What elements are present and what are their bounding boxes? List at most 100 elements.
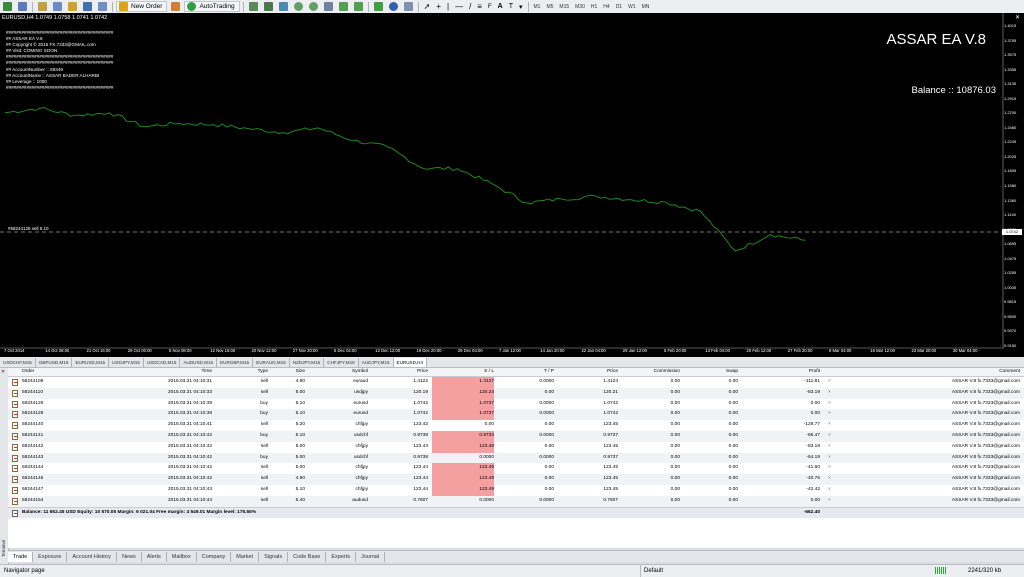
table-row[interactable]: 58244128 2015.03.31 04:10:38 buy 5.10 eurusd… xyxy=(8,409,1024,421)
cell-tp[interactable]: 0.0000 xyxy=(496,377,554,388)
label-tool[interactable]: T xyxy=(507,1,515,12)
close-order-icon[interactable]: × xyxy=(828,420,831,431)
cell-sl[interactable]: 1.0737 xyxy=(432,409,494,421)
close-order-icon[interactable]: × xyxy=(828,388,831,399)
column-header[interactable]: Price xyxy=(378,368,428,376)
autotrading-button[interactable]: AutoTrading xyxy=(184,1,240,12)
candlestick-button[interactable] xyxy=(262,1,275,12)
status-profile[interactable]: Default xyxy=(640,565,663,577)
cell-tp[interactable]: 0.00 xyxy=(496,388,554,399)
timeframe-m5[interactable]: M5 xyxy=(543,4,556,10)
timeframe-d1[interactable]: D1 xyxy=(613,4,625,10)
chart-tab[interactable]: EURAUD,M15 xyxy=(253,357,290,367)
table-row[interactable]: 58244144 2015.03.31 04:10:42 sell 5.00 chfjp… xyxy=(8,463,1024,475)
chart-tab[interactable]: NZDJPY,M15 xyxy=(290,357,325,367)
terminal-tab-mailbox[interactable]: Mailbox xyxy=(167,551,197,562)
chart-shift-button[interactable] xyxy=(337,1,350,12)
timeframe-m15[interactable]: M15 xyxy=(556,4,572,10)
metaeditor-button[interactable] xyxy=(169,1,182,12)
close-order-icon[interactable]: × xyxy=(828,474,831,485)
cell-tp[interactable]: 0.0000 xyxy=(496,399,554,410)
terminal-tab-exposure[interactable]: Exposure xyxy=(33,551,68,562)
channel-tool[interactable]: ≡ xyxy=(475,1,484,12)
cell-tp[interactable]: 0.00 xyxy=(496,463,554,474)
terminal-tab-experts[interactable]: Experts xyxy=(326,551,356,562)
line-chart-button[interactable] xyxy=(277,1,290,12)
terminal-tab-alerts[interactable]: Alerts xyxy=(142,551,167,562)
chart-tab[interactable]: GBPUSD,M15 xyxy=(36,357,73,367)
new-order-button[interactable]: New Order xyxy=(116,1,168,12)
cell-sl[interactable]: 120.24 xyxy=(432,387,494,399)
close-order-icon[interactable]: × xyxy=(828,399,831,410)
table-row[interactable]: 58244154 2015.03.31 04:10:44 sell 5.40 audus… xyxy=(8,495,1024,507)
autoscroll-button[interactable] xyxy=(352,1,365,12)
cell-sl[interactable]: 123.49 xyxy=(432,463,494,475)
terminal-button[interactable] xyxy=(81,1,94,12)
timeframe-m30[interactable]: M30 xyxy=(572,4,588,10)
chart-window[interactable]: EURUSD,H4 1.0749 1.0758 1.0741 1.0742 ✕ … xyxy=(0,13,1024,357)
cell-sl[interactable]: 0.0000 xyxy=(432,496,494,507)
cell-tp[interactable]: 0.00 xyxy=(496,420,554,431)
chart-tab[interactable]: EURUSD,H4 xyxy=(393,357,428,367)
chart-tab[interactable]: EURUSD,M15 xyxy=(72,357,110,367)
close-order-icon[interactable]: × xyxy=(828,485,831,496)
timeframe-mn[interactable]: MN xyxy=(639,4,653,10)
column-header[interactable]: Time xyxy=(128,368,212,376)
column-header[interactable]: Symbol xyxy=(308,368,368,376)
zoom-in-button[interactable] xyxy=(292,1,305,12)
templates-button[interactable] xyxy=(402,1,415,12)
indicators-button[interactable] xyxy=(372,1,385,12)
column-header[interactable]: Commission xyxy=(620,368,680,376)
timeframe-w1[interactable]: W1 xyxy=(625,4,639,10)
periods-button[interactable] xyxy=(387,1,400,12)
cell-tp[interactable]: 0.00 xyxy=(496,485,554,496)
column-header[interactable]: Type xyxy=(223,368,268,376)
chart-tab[interactable]: USDJPY,M15 xyxy=(109,357,144,367)
bar-chart-button[interactable] xyxy=(247,1,260,12)
close-order-icon[interactable]: × xyxy=(828,409,831,420)
terminal-tab-journal[interactable]: Journal xyxy=(356,551,386,562)
cell-sl[interactable]: 123.49 xyxy=(432,474,494,485)
table-row[interactable]: 58244109 2015.03.31 04:10:31 sell 4.90 eurau… xyxy=(8,377,1024,388)
close-order-icon[interactable]: × xyxy=(828,463,831,474)
chart-tab[interactable]: USDCHF,M15 xyxy=(0,357,36,367)
table-row[interactable]: 58244147 2015.03.31 04:10:43 sell 5.10 chfjp… xyxy=(8,485,1024,496)
chart-tab[interactable]: AUDUSD,M15 xyxy=(180,357,218,367)
table-row[interactable]: 58244146 2015.03.31 04:10:42 sell 4.90 chfjp… xyxy=(8,474,1024,485)
cell-tp[interactable]: 0.0000 xyxy=(496,453,554,464)
column-header[interactable]: Comment xyxy=(858,368,1020,376)
crosshair-tool[interactable]: + xyxy=(434,1,443,12)
cell-sl[interactable]: 123.49 xyxy=(432,485,494,496)
column-header[interactable]: Order xyxy=(22,368,72,376)
chart-tab[interactable]: AUDJPY,M15 xyxy=(359,357,394,367)
cell-sl[interactable]: 0.9733 xyxy=(432,431,494,442)
cell-tp[interactable]: 0.00 xyxy=(496,474,554,485)
fibonacci-tool[interactable]: F xyxy=(486,1,494,12)
terminal-tab-company[interactable]: Company xyxy=(197,551,232,562)
column-header[interactable]: Swap xyxy=(682,368,738,376)
cursor-tool[interactable]: ➚ xyxy=(422,1,433,12)
new-chart-button[interactable] xyxy=(1,1,14,12)
cell-sl[interactable]: 1.0737 xyxy=(432,398,494,410)
table-row[interactable]: 58244126 2015.03.31 04:10:38 buy 5.10 eurusd… xyxy=(8,398,1024,410)
close-order-icon[interactable]: × xyxy=(828,442,831,453)
chart-tab[interactable]: EURGBP,M15 xyxy=(217,357,254,367)
text-tool[interactable]: A xyxy=(496,1,505,12)
cell-sl[interactable]: 1.4127 xyxy=(432,377,494,388)
column-header[interactable]: T / P xyxy=(496,368,554,376)
column-header[interactable]: Profit xyxy=(750,368,820,376)
cell-tp[interactable]: 0.00 xyxy=(496,442,554,453)
terminal-tab-code-base[interactable]: Code Base xyxy=(288,551,327,562)
close-order-icon[interactable]: × xyxy=(828,431,831,442)
column-header[interactable]: Price xyxy=(556,368,618,376)
time-axis[interactable]: 7 Oct 2014 14 Oct 08:00 21 Oct 16:00 29 Oct… xyxy=(0,348,1004,356)
terminal-close-icon[interactable]: ✕ xyxy=(1,369,5,375)
terminal-tab-news[interactable]: News xyxy=(117,551,142,562)
chart-tab[interactable]: USDCAD,M15 xyxy=(144,357,181,367)
arrow-tool[interactable]: ▾ xyxy=(517,1,525,12)
close-order-icon[interactable]: × xyxy=(828,377,831,388)
cell-sl[interactable]: 123.48 xyxy=(432,441,494,453)
terminal-tab-signals[interactable]: Signals xyxy=(259,551,289,562)
table-row[interactable]: 58244142 2015.03.31 04:10:42 sell 5.00 chfjp… xyxy=(8,441,1024,453)
close-order-icon[interactable]: × xyxy=(828,453,831,464)
